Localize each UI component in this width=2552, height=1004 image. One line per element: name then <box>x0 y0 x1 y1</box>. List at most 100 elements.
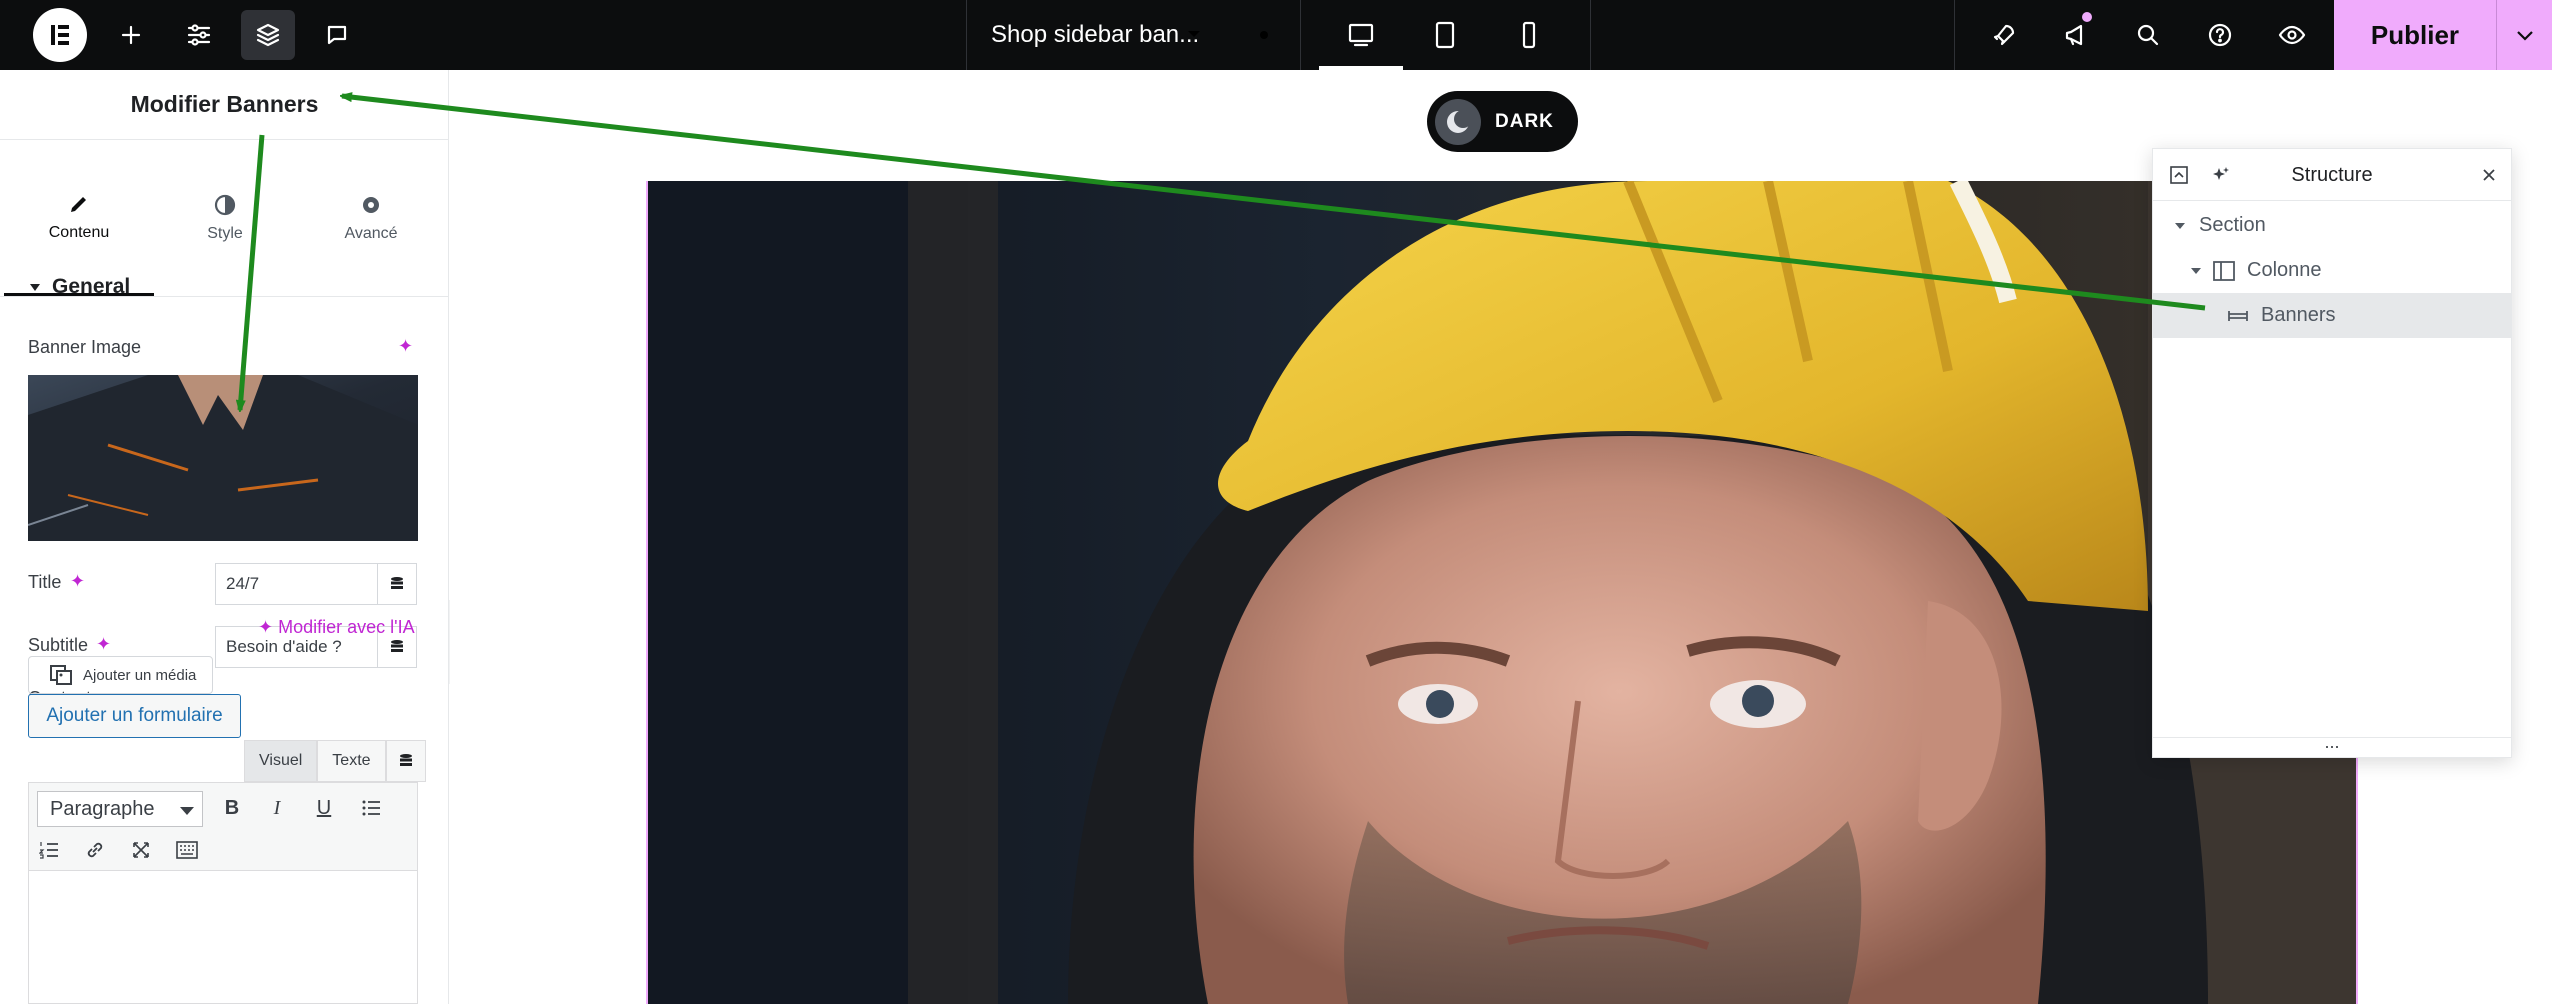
desktop-view-button[interactable] <box>1319 0 1403 70</box>
whats-new-button[interactable] <box>2049 0 2103 70</box>
add-media-button[interactable]: Ajouter un média <box>28 656 213 694</box>
database-icon <box>399 754 412 766</box>
rich-text-editor: Paragraphe B I U <box>28 782 418 1004</box>
structure-title: Structure <box>2291 163 2373 186</box>
tab-content-label: Contenu <box>48 223 110 241</box>
section-general-toggle[interactable]: General <box>28 275 130 299</box>
tab-visual[interactable]: Visuel <box>244 740 318 782</box>
site-settings-button[interactable] <box>174 0 224 70</box>
section-general-title: General <box>52 275 131 298</box>
help-button[interactable] <box>2193 0 2247 70</box>
bold-icon[interactable]: B <box>217 793 247 823</box>
database-icon <box>391 577 403 589</box>
editor-toolbar: Paragraphe B I U <box>29 783 417 871</box>
edit-with-ai-label: Modifier avec l'IA <box>278 617 415 637</box>
page-settings-button[interactable] <box>1226 0 1302 70</box>
notification-dot <box>2082 12 2092 22</box>
structure-item-section[interactable]: Section <box>2153 203 2511 248</box>
dark-mode-label: DARK <box>1495 110 1554 132</box>
editor-panel: Modifier Banners Contenu Style Avancé Ge… <box>0 70 449 1004</box>
banner-image-preview[interactable] <box>28 375 418 541</box>
media-icon <box>50 665 72 685</box>
ai-sparkle-icon[interactable] <box>2209 163 2233 187</box>
tab-style[interactable]: Style <box>150 140 300 296</box>
tablet-icon <box>1435 21 1455 49</box>
help-circle-icon <box>2208 23 2232 47</box>
caret-down-icon <box>30 284 40 291</box>
tab-text[interactable]: Texte <box>317 740 386 782</box>
pencil-icon <box>71 196 86 212</box>
structure-item-banners[interactable]: Banners <box>2153 293 2511 338</box>
banner-image[interactable] <box>646 181 2358 1004</box>
ai-sparkle-icon: ✦ <box>258 617 279 637</box>
add-element-button[interactable] <box>106 0 156 70</box>
eye-icon <box>2278 25 2306 45</box>
search-button[interactable] <box>2121 0 2175 70</box>
structure-item-column[interactable]: Colonne <box>2153 248 2511 293</box>
publish-button-group: Publier <box>2334 0 2552 70</box>
collapse-all-icon[interactable] <box>2167 163 2191 187</box>
megaphone-icon <box>2065 24 2083 46</box>
tab-advanced-label: Avancé <box>344 225 398 242</box>
search-icon <box>2137 24 2159 46</box>
mobile-view-button[interactable] <box>1487 0 1571 70</box>
structure-navigator: Structure Section Colonne Banners ... <box>2152 148 2512 758</box>
tab-content[interactable]: Contenu <box>4 140 154 296</box>
link-icon[interactable] <box>80 835 110 865</box>
database-icon <box>391 640 403 652</box>
publish-button[interactable]: Publier <box>2334 0 2496 70</box>
caret-down-icon <box>180 807 194 815</box>
dynamic-tags-button[interactable] <box>377 563 417 605</box>
tablet-view-button[interactable] <box>1403 0 1487 70</box>
comments-button[interactable] <box>312 0 362 70</box>
mobile-icon <box>1522 21 1536 49</box>
panel-title: Modifier Banners <box>0 70 449 140</box>
title-input[interactable]: 24/7 <box>215 563 378 605</box>
top-bar: Shop sidebar ban... Publier <box>0 0 2552 70</box>
subtitle-label: Subtitle <box>28 635 89 655</box>
half-circle-icon <box>214 194 236 216</box>
fullscreen-icon[interactable] <box>126 835 156 865</box>
underline-icon[interactable]: U <box>309 793 339 823</box>
ai-sparkle-icon[interactable]: ✦ <box>70 571 85 592</box>
structure-item-label: Section <box>2199 214 2266 236</box>
chat-bubble-icon <box>327 25 347 45</box>
sliders-icon <box>187 24 211 46</box>
responsive-mode-switcher <box>1301 0 1591 70</box>
gear-icon <box>1253 24 1275 46</box>
preview-button[interactable] <box>2265 0 2319 70</box>
launch-checklist-button[interactable] <box>1977 0 2031 70</box>
caret-down-icon <box>2191 267 2201 274</box>
topbar-right-actions <box>1954 0 2334 70</box>
document-title: Shop sidebar ban... <box>991 21 1200 48</box>
banner-image-label: Banner Image <box>28 337 142 357</box>
add-form-button[interactable]: Ajouter un formulaire <box>28 694 241 738</box>
publish-options-button[interactable] <box>2496 0 2552 70</box>
toolbar-toggle-icon[interactable] <box>172 835 202 865</box>
layers-icon[interactable] <box>241 0 295 70</box>
dynamic-tags-button[interactable] <box>385 740 426 782</box>
elementor-logo-icon[interactable] <box>33 8 87 62</box>
structure-item-label: Colonne <box>2247 259 2322 281</box>
chevron-down-icon <box>1188 31 1200 37</box>
panel-tabs: Contenu Style Avancé <box>0 140 449 297</box>
paragraph-format-select[interactable]: Paragraphe <box>37 791 203 827</box>
bullet-list-icon[interactable] <box>356 793 386 823</box>
column-icon <box>2213 260 2235 281</box>
dark-mode-toggle[interactable]: DARK <box>1427 91 1578 152</box>
ai-sparkle-icon[interactable]: ✦ <box>96 634 111 655</box>
desktop-icon <box>1348 23 1374 47</box>
resize-handle[interactable]: ... <box>2153 733 2511 757</box>
moon-icon <box>1435 98 1481 145</box>
edit-with-ai-link[interactable]: ✦ Modifier avec l'IA <box>258 617 415 638</box>
tab-advanced[interactable]: Avancé <box>296 140 446 296</box>
ai-sparkle-icon[interactable]: ✦ <box>398 336 413 357</box>
rocket-icon <box>1993 24 2015 46</box>
paragraph-format-value: Paragraphe <box>50 797 155 820</box>
structure-item-label: Banners <box>2261 304 2336 326</box>
numbered-list-icon[interactable] <box>34 835 64 865</box>
italic-icon[interactable]: I <box>262 793 292 823</box>
plus-icon <box>121 25 141 45</box>
close-icon[interactable] <box>2477 163 2501 187</box>
chevron-down-icon <box>2516 31 2533 41</box>
